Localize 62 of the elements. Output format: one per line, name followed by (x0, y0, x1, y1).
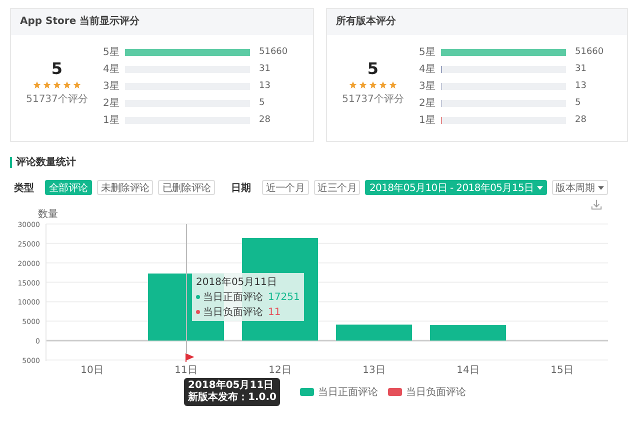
filter-button[interactable]: 近三个月 (314, 180, 360, 195)
star-icon (43, 81, 51, 89)
x-tick-label: 11日 (174, 365, 198, 376)
star-label: 4星 (419, 63, 436, 76)
star-label: 3星 (103, 80, 120, 93)
filter-button[interactable]: 版本周期 (552, 180, 608, 195)
card-title: App Store 当前显示评分 (11, 9, 313, 35)
star-icon (379, 81, 387, 89)
x-tick-label: 14日 (456, 365, 480, 376)
download-icon[interactable] (591, 199, 602, 210)
star-label: 4星 (103, 63, 120, 76)
release-date: 2018年05月11日 (188, 380, 275, 391)
tooltip-date: 2018年05月11日 (196, 276, 278, 289)
rating-count: 5 (259, 98, 265, 108)
filter-label: 日期 (230, 182, 251, 194)
star-icon (359, 81, 367, 89)
star-label: 2星 (103, 97, 120, 110)
rating-count: 28 (259, 115, 270, 125)
star-icon (53, 81, 61, 89)
series-name: 当日负面评论 (203, 306, 263, 319)
series-value: 17251 (268, 292, 300, 302)
star-icon (63, 81, 71, 89)
section-title: 评论数量统计 (10, 157, 76, 168)
x-tick-label: 10日 (80, 365, 104, 376)
filter-button[interactable]: 近一个月 (262, 180, 309, 195)
x-tick-label: 12日 (268, 365, 292, 376)
star-icon (33, 81, 41, 89)
score: 5 (51, 59, 63, 78)
rating-count: 28 (575, 115, 586, 125)
legend-item[interactable]: 当日正面评论 (300, 385, 378, 399)
flag-icon[interactable] (186, 354, 194, 362)
rating-count: 5 (575, 98, 581, 108)
rating-count: 13 (575, 81, 586, 91)
rating-count: 51660 (575, 47, 604, 57)
star-label: 2星 (419, 97, 436, 110)
rating-count: 31 (575, 64, 586, 74)
star-icon (73, 81, 81, 89)
x-tick-label: 15日 (550, 365, 574, 376)
legend-item[interactable]: 当日负面评论 (388, 385, 466, 399)
release-text: 新版本发布：1.0.0 (188, 392, 276, 404)
series-name: 当日正面评论 (203, 290, 263, 304)
rating-count: 51660 (259, 47, 288, 57)
star-label: 5星 (103, 46, 120, 59)
series-value: 11 (268, 306, 281, 318)
filter-button[interactable]: 已删除评论 (158, 180, 215, 195)
x-tick-label: 13日 (362, 365, 386, 376)
axis-title: 数量 (38, 208, 58, 221)
rating-count: 31 (259, 64, 270, 74)
star-icon (349, 81, 357, 89)
filter-button[interactable]: 未删除评论 (96, 180, 154, 195)
card-title: 所有版本评分 (327, 9, 627, 35)
rating-count: 51737个评分 (26, 93, 88, 106)
star-icon (369, 81, 377, 89)
star-label: 1星 (103, 114, 120, 127)
rating-count: 51737个评分 (342, 93, 404, 106)
star-label: 3星 (419, 80, 436, 93)
score: 5 (367, 59, 379, 78)
star-label: 1星 (419, 114, 436, 127)
star-label: 5星 (419, 46, 436, 59)
filter-label: 类型 (14, 182, 34, 194)
rating-count: 13 (259, 81, 270, 91)
star-icon (389, 81, 397, 89)
